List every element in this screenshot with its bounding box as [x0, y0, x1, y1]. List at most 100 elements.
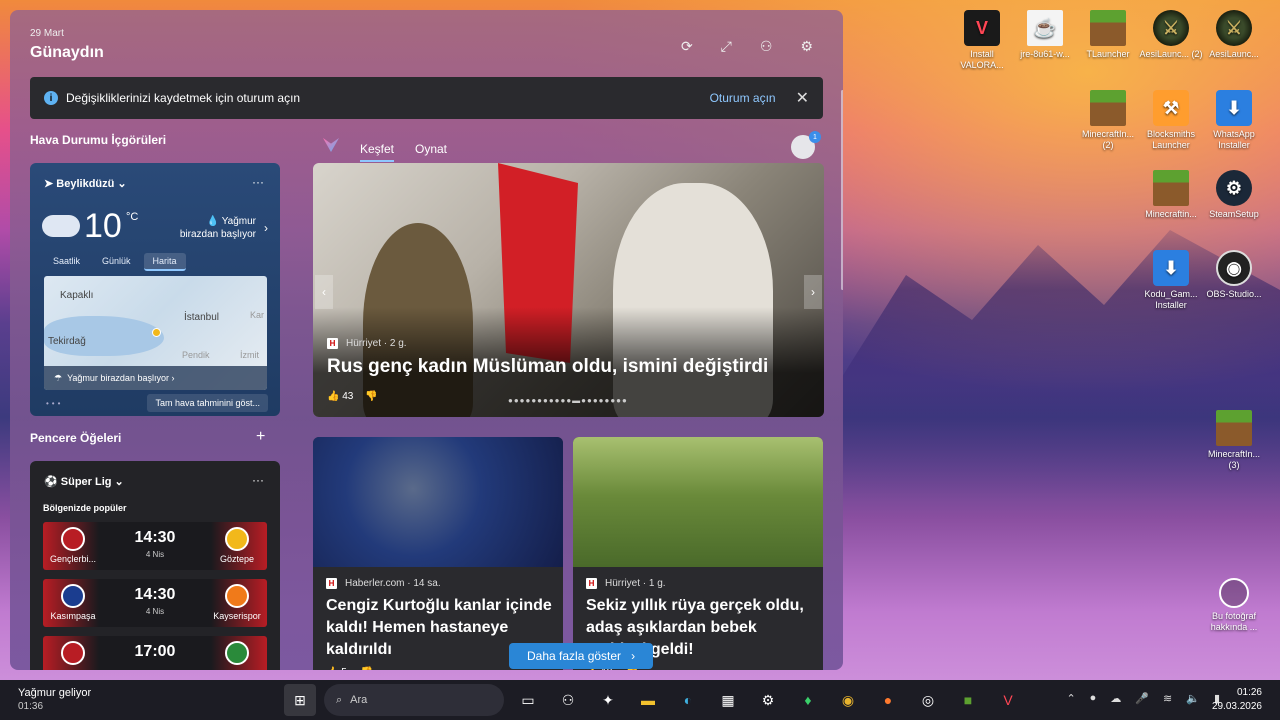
- sports-card[interactable]: ⚽ Süper Lig ⌄ ··· Bölgenizde popüler Gen…: [30, 461, 280, 670]
- minecraft-icon: [1090, 10, 1126, 46]
- match-row[interactable]: 17:00: [43, 636, 267, 670]
- app-icon[interactable]: ♦: [792, 684, 824, 716]
- news-source: H Haberler.com · 14 sa.: [326, 578, 441, 589]
- desktop-shortcut[interactable]: ⬇ Kodu_Gam... Installer: [1139, 250, 1203, 311]
- valorant-icon: V: [964, 10, 1000, 46]
- hammer-icon: ⚒: [1153, 90, 1189, 126]
- tab-map[interactable]: Harita: [143, 253, 186, 271]
- desktop-shortcut[interactable]: MinecraftIn... (2): [1076, 90, 1140, 151]
- weather-location[interactable]: ➤ Beylikdüzü ⌄: [44, 177, 127, 190]
- people-icon[interactable]: ⚇: [760, 38, 773, 55]
- add-widget-icon[interactable]: +: [256, 428, 265, 446]
- away-team: Kayserispor: [207, 579, 267, 621]
- tab-play[interactable]: Oynat: [415, 142, 447, 156]
- desktop-shortcut[interactable]: ⚒ Blocksmiths Launcher: [1139, 90, 1203, 151]
- previous-arrow-icon[interactable]: ‹: [315, 275, 333, 309]
- weather-map[interactable]: Kapaklı İstanbul Tekirdağ Pendik İzmit K…: [44, 276, 267, 390]
- full-forecast-button[interactable]: Tam hava tahminini göst...: [147, 394, 268, 412]
- desktop-shortcut[interactable]: ⚙ SteamSetup: [1202, 170, 1266, 220]
- desktop-shortcut[interactable]: ⚔ AesiLaunc... (2): [1139, 10, 1203, 60]
- taskbar-weather-time: 01:36: [18, 701, 44, 712]
- map-label: İzmit: [240, 350, 259, 360]
- search-input[interactable]: ⌕ Ara: [324, 684, 504, 716]
- desktop-shortcut[interactable]: Bu fotoğraf hakkında ...: [1202, 575, 1266, 633]
- close-icon[interactable]: ✕: [796, 88, 809, 108]
- file-explorer-icon[interactable]: ▬: [632, 684, 664, 716]
- volume-icon[interactable]: 🔈: [1186, 692, 1200, 705]
- like-icon[interactable]: 👍 5: [326, 667, 347, 670]
- start-button[interactable]: ⊞: [284, 684, 316, 716]
- panel-actions: ⟳ ⤢ ⚇ ⚙: [681, 38, 813, 55]
- tab-discover[interactable]: Keşfet: [360, 142, 395, 162]
- signin-link[interactable]: Oturum açın: [710, 91, 776, 105]
- taskbar-weather[interactable]: Yağmur geliyor 01:36: [18, 686, 91, 714]
- desktop-shortcut-label: SteamSetup: [1209, 209, 1259, 219]
- task-view-icon[interactable]: ▭: [512, 684, 544, 716]
- desktop-shortcut[interactable]: ⬇ WhatsApp Installer: [1202, 90, 1266, 151]
- store-icon[interactable]: ▦: [712, 684, 744, 716]
- reactions: 👍 5 👎: [326, 667, 373, 670]
- desktop-shortcut[interactable]: ◉ OBS-Studio...: [1202, 250, 1266, 300]
- refresh-icon[interactable]: ⟳: [681, 38, 693, 55]
- scrollbar[interactable]: [841, 90, 843, 290]
- weather-unit: °C: [126, 211, 139, 223]
- chrome-icon[interactable]: ◉: [832, 684, 864, 716]
- more-options-icon[interactable]: ···: [252, 473, 264, 487]
- edge-icon[interactable]: ◐: [672, 684, 704, 716]
- desktop-shortcut[interactable]: ⚔ AesiLaunc...: [1202, 10, 1266, 60]
- hero-news-card[interactable]: ‹ › H Hürriyet · 2 g. Rus genç kadın Müs…: [313, 163, 824, 417]
- hero-title[interactable]: Rus genç kadın Müslüman oldu, ismini değ…: [327, 356, 768, 378]
- feed-logo-icon: [323, 138, 339, 152]
- news-card[interactable]: H Hürriyet · 1 g. Sekiz yıllık rüya gerç…: [573, 437, 823, 670]
- match-row[interactable]: Gençlerbi... 14:30 4 Nis Göztepe: [43, 522, 267, 570]
- clock-time: 01:26: [1236, 687, 1262, 698]
- obs-icon[interactable]: ◎: [912, 684, 944, 716]
- chevron-right-icon[interactable]: ›: [264, 221, 268, 235]
- team-logo-icon: [61, 584, 85, 608]
- next-arrow-icon[interactable]: ›: [804, 275, 822, 309]
- dislike-icon[interactable]: 👎: [365, 391, 377, 402]
- copilot-icon[interactable]: ✦: [592, 684, 624, 716]
- desktop-shortcut[interactable]: TLauncher: [1076, 10, 1140, 60]
- more-options-icon[interactable]: ···: [252, 175, 264, 189]
- desktop-shortcut-label: Blocksmiths Launcher: [1146, 129, 1195, 150]
- away-team: [207, 636, 267, 668]
- expand-icon[interactable]: ⤢: [721, 38, 732, 55]
- desktop-shortcut[interactable]: ☕ jre-8u61-w...: [1013, 10, 1077, 60]
- team-logo-icon: [225, 641, 249, 665]
- team-logo-icon: [61, 527, 85, 551]
- tray-app-icon[interactable]: ●: [1090, 692, 1097, 705]
- steam-icon[interactable]: ⚙: [752, 684, 784, 716]
- weather-card[interactable]: ➤ Beylikdüzü ⌄ ··· 10 °C 💧 Yağmur birazd…: [30, 163, 280, 416]
- map-strip[interactable]: ☂ Yağmur birazdan başlıyor ›: [44, 366, 267, 390]
- desktop-shortcut[interactable]: MinecraftIn... (3): [1202, 410, 1266, 471]
- teams-icon[interactable]: ⚇: [552, 684, 584, 716]
- team-name: Kasımpaşa: [50, 611, 96, 621]
- weather-description[interactable]: 💧 Yağmur birazdan başlıyor: [166, 215, 256, 241]
- firefox-icon[interactable]: ●: [872, 684, 904, 716]
- minecraft-icon[interactable]: ■: [952, 684, 984, 716]
- map-label: Pendik: [182, 350, 210, 360]
- tab-daily[interactable]: Günlük: [93, 253, 140, 271]
- download-icon: ⬇: [1153, 250, 1189, 286]
- desktop-shortcut-label: AesiLaunc... (2): [1139, 49, 1203, 59]
- clock-date: 29.03.2026: [1211, 701, 1262, 712]
- clock[interactable]: 01:26 29.03.2026: [1212, 686, 1262, 714]
- tab-hourly[interactable]: Saatlik: [44, 253, 89, 271]
- desktop-shortcut[interactable]: V Install VALORA...: [950, 10, 1014, 71]
- show-more-button[interactable]: Daha fazla göster ›: [509, 643, 654, 669]
- chevron-up-icon[interactable]: ⌃: [1066, 692, 1075, 705]
- aesi-icon: ⚔: [1153, 10, 1189, 46]
- tray-app-icon[interactable]: ☁: [1110, 692, 1121, 705]
- like-icon[interactable]: 👍 43: [327, 391, 353, 402]
- league-selector[interactable]: ⚽ Süper Lig ⌄: [44, 475, 124, 488]
- taskbar: Yağmur geliyor 01:36 ⊞ ⌕ Ara ▭ ⚇ ✦ ▬ ◐ ▦…: [0, 680, 1280, 720]
- settings-icon[interactable]: ⚙: [800, 38, 813, 55]
- wifi-icon[interactable]: ≋: [1163, 692, 1172, 705]
- match-row[interactable]: Kasımpaşa 14:30 4 Nis Kayserispor: [43, 579, 267, 627]
- microphone-icon[interactable]: 🎤: [1135, 692, 1149, 705]
- dislike-icon[interactable]: 👎: [361, 667, 373, 670]
- desktop-shortcut[interactable]: Minecraftin...: [1139, 170, 1203, 220]
- valorant-icon[interactable]: V: [992, 684, 1024, 716]
- news-card[interactable]: H Haberler.com · 14 sa. Cengiz Kurtoğlu …: [313, 437, 563, 670]
